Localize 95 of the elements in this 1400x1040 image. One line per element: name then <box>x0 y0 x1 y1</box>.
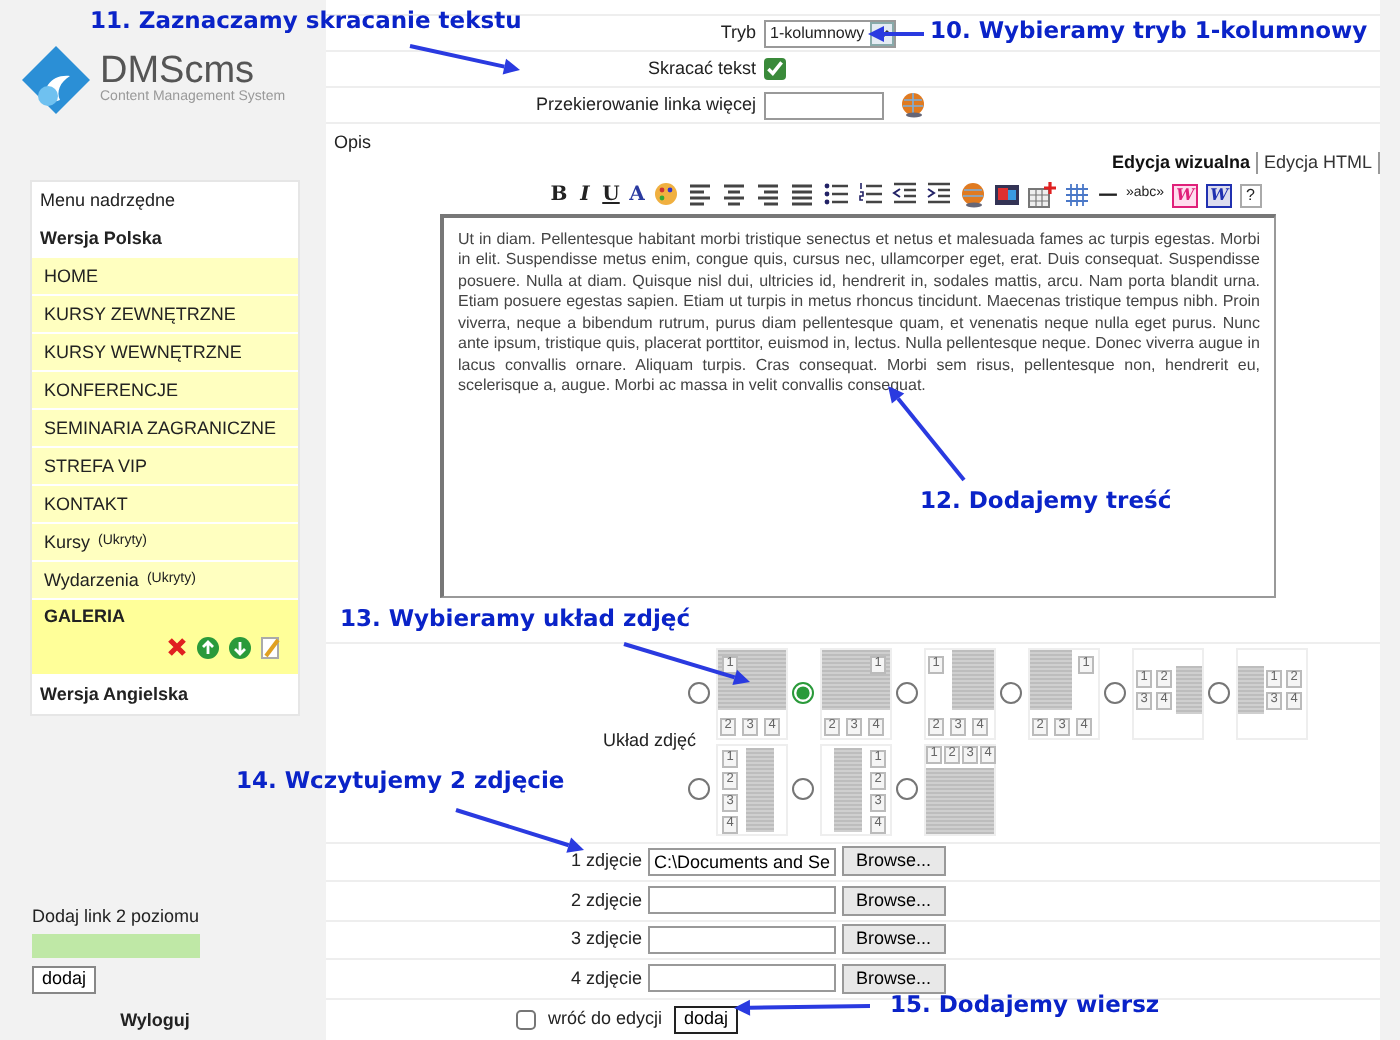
editor-tab[interactable]: Edycja HTML <box>1257 151 1380 174</box>
list-bullet-icon[interactable] <box>824 182 850 209</box>
layout-radio[interactable] <box>1208 682 1230 705</box>
palette-icon[interactable] <box>654 182 680 209</box>
annotation-text: 11. Zaznaczamy skracanie tekstu <box>90 8 522 36</box>
checkbox-label: wróć do edycji <box>548 1008 663 1030</box>
arrow-down-icon[interactable] <box>228 635 252 660</box>
field-label: 2 zdjęcie <box>568 889 642 912</box>
bold-button[interactable]: B <box>550 183 568 208</box>
link-field[interactable] <box>764 91 884 119</box>
menu-item[interactable]: KONTAKT <box>32 486 298 524</box>
browse-button[interactable]: Browse... <box>842 924 946 955</box>
horizontal-rule-button[interactable]: — <box>1098 183 1118 208</box>
image-block <box>1030 649 1072 710</box>
menu-item[interactable]: GALERIA <box>32 600 298 676</box>
logo-title: DMScms <box>100 52 255 91</box>
annotation-text: 15. Dodajemy wiersz <box>890 992 1160 1020</box>
arrow <box>409 44 520 75</box>
layout-radio[interactable] <box>1104 682 1126 705</box>
align-left-icon[interactable] <box>688 182 714 209</box>
indent-icon[interactable] <box>926 182 952 209</box>
annotation-text: 12. Dodajemy treść <box>920 488 1172 516</box>
menu-header: Menu nadrzędne <box>32 182 298 220</box>
browse-button[interactable]: Browse... <box>842 885 946 916</box>
align-center-icon[interactable] <box>722 182 748 209</box>
menu-item[interactable]: SEMINARIA ZAGRANICZNE <box>32 410 298 448</box>
file-input[interactable]: C:\Documents and Se <box>648 847 836 876</box>
list-number-icon[interactable] <box>858 182 884 209</box>
section-label: Opis <box>334 132 374 154</box>
logout-link[interactable]: Wyloguj <box>0 1010 310 1032</box>
layout-radio[interactable] <box>1000 682 1022 705</box>
image-block <box>1176 665 1202 714</box>
browse-button[interactable]: Browse... <box>842 846 946 877</box>
arrow <box>623 642 750 686</box>
globe-icon[interactable] <box>900 92 926 118</box>
field-label: 1 zdjęcie <box>568 850 642 873</box>
italic-button[interactable]: I <box>576 183 594 208</box>
file-input[interactable] <box>648 886 836 915</box>
annotation-text: 14. Wczytujemy 2 zdjęcie <box>236 768 565 796</box>
field-label: Przekierowanie linka więcej <box>535 94 756 115</box>
editor-tab[interactable]: Edycja wizualna <box>1105 151 1258 174</box>
delete-icon[interactable] <box>166 635 188 658</box>
arrow-up-icon[interactable] <box>196 635 220 660</box>
field-label: Tryb <box>720 22 756 43</box>
logo-icon <box>20 44 92 116</box>
menu-group[interactable]: Wersja Angielska <box>32 676 298 714</box>
image-block <box>822 649 890 710</box>
file-input[interactable] <box>648 964 836 993</box>
image-block <box>1238 665 1264 714</box>
menu-item[interactable]: HOME <box>32 258 298 296</box>
menu-item[interactable]: KURSY WEWNĘTRZNE <box>32 334 298 372</box>
field-label: 4 zdjęcie <box>568 967 642 990</box>
edit-icon[interactable] <box>260 635 282 660</box>
menu-item[interactable]: STREFA VIP <box>32 448 298 486</box>
paste-word-button[interactable]: W <box>1172 183 1199 208</box>
layout-radio[interactable] <box>792 778 814 801</box>
image-block <box>746 747 774 832</box>
image-icon[interactable] <box>994 182 1020 209</box>
menu-item[interactable]: KONFERENCJE <box>32 372 298 410</box>
outdent-icon[interactable] <box>892 182 918 209</box>
layout-radio[interactable] <box>792 682 814 705</box>
field-label: Skracać tekst <box>647 58 756 79</box>
image-block <box>952 649 994 710</box>
link-icon[interactable] <box>960 182 986 209</box>
link-input[interactable] <box>32 934 200 959</box>
field-label: 3 zdjęcie <box>568 928 642 951</box>
annotation-text: 10. Wybieramy tryb 1-kolumnowy <box>930 18 1368 46</box>
mode-select[interactable]: 1-kolumnowy <box>764 19 897 47</box>
add-row-button[interactable]: dodaj <box>674 1005 739 1034</box>
layout-radio[interactable] <box>688 778 710 801</box>
field-label: Układ zdjęć <box>602 730 696 751</box>
checkbox[interactable] <box>764 58 786 80</box>
font-color-button[interactable]: A <box>628 183 646 208</box>
add-button[interactable]: dodaj <box>32 966 97 995</box>
align-right-icon[interactable] <box>756 182 782 209</box>
table-icon[interactable] <box>1028 182 1056 209</box>
arrow <box>455 808 584 853</box>
help-button[interactable]: ? <box>1240 183 1261 208</box>
word-button[interactable]: W <box>1206 183 1233 208</box>
image-block <box>926 767 994 834</box>
file-input[interactable] <box>648 925 836 954</box>
layout-radio[interactable] <box>896 778 918 801</box>
image-block <box>834 747 862 832</box>
layout-radio[interactable] <box>688 682 710 705</box>
arrow <box>868 26 924 42</box>
underline-button[interactable]: U <box>602 183 620 208</box>
browse-button[interactable]: Browse... <box>842 963 946 994</box>
grid-icon[interactable] <box>1064 182 1090 209</box>
annotation-text: 13. Wybieramy układ zdjęć <box>340 606 691 634</box>
arrow <box>734 999 871 1016</box>
menu-item[interactable]: KURSY ZEWNĘTRZNE <box>32 296 298 334</box>
checkbox[interactable] <box>516 1009 536 1030</box>
add-link-label: Dodaj link 2 poziomu <box>32 905 202 927</box>
layout-radio[interactable] <box>896 682 918 705</box>
align-justify-icon[interactable] <box>790 182 816 209</box>
